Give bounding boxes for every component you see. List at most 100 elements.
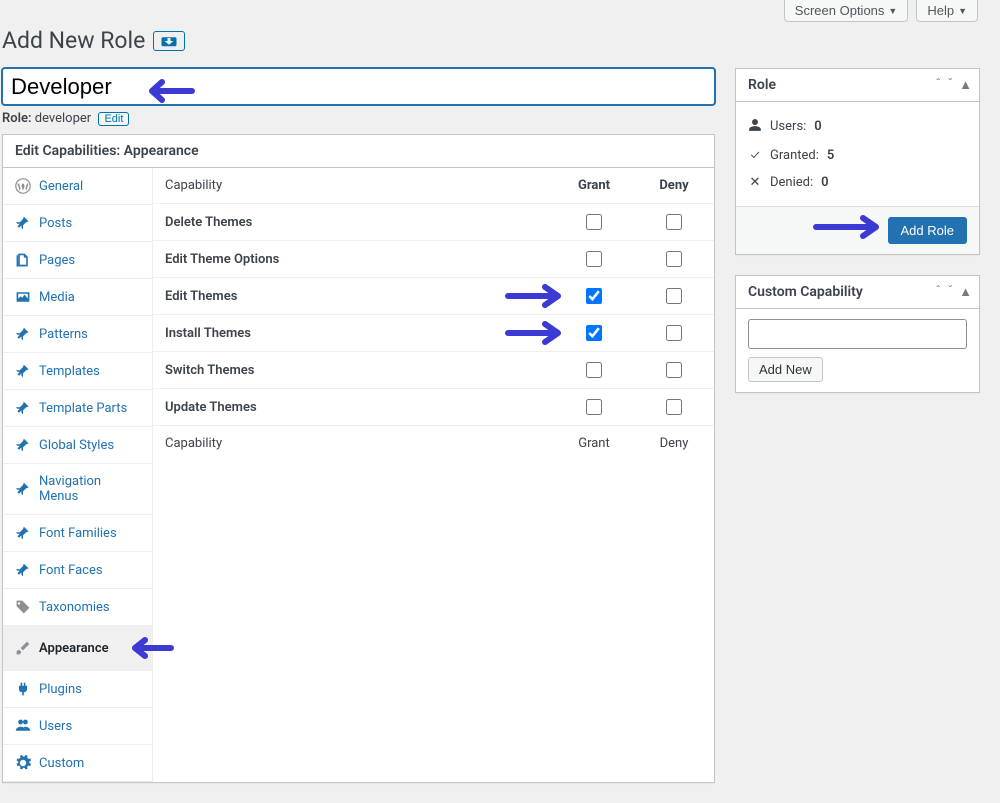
- capability-row: Update Themes: [153, 389, 714, 426]
- wp-icon: [15, 178, 31, 194]
- edit-slug-button[interactable]: Edit: [98, 112, 129, 126]
- role-summary-postbox: Role ˆ ˇ ▲ Users: 0 ✓: [735, 68, 980, 255]
- custom-capability-postbox: Custom Capability ˆ ˇ ▲ Add New: [735, 275, 980, 393]
- user-icon: [748, 118, 762, 136]
- check-icon: ✓: [748, 148, 762, 163]
- deny-checkbox[interactable]: [666, 399, 682, 415]
- deny-checkbox[interactable]: [666, 214, 682, 230]
- capability-name: Switch Themes: [153, 352, 554, 389]
- tab-label: Plugins: [39, 682, 82, 697]
- capability-row: Install Themes: [153, 315, 714, 352]
- tab-label: Appearance: [39, 641, 109, 656]
- capability-name: Delete Themes: [153, 204, 554, 241]
- users-icon: [15, 718, 31, 734]
- role-slug-row: Role: developer Edit: [2, 105, 715, 134]
- grant-checkbox[interactable]: [586, 399, 602, 415]
- plug-icon: [15, 681, 31, 697]
- tab-label: Taxonomies: [39, 600, 110, 615]
- deny-checkbox[interactable]: [666, 325, 682, 341]
- tag-icon: [15, 599, 31, 615]
- cross-icon: ✕: [748, 175, 762, 190]
- grant-checkbox[interactable]: [586, 214, 602, 230]
- tab-font-families[interactable]: Font Families: [3, 515, 152, 552]
- stat-denied: ✕ Denied: 0: [748, 169, 967, 196]
- tab-plugins[interactable]: Plugins: [3, 671, 152, 708]
- capability-name: Edit Theme Options: [153, 241, 554, 278]
- capability-name: Update Themes: [153, 389, 554, 426]
- tab-templates[interactable]: Templates: [3, 353, 152, 390]
- chevron-down-icon: ▼: [958, 6, 967, 16]
- grant-checkbox[interactable]: [586, 362, 602, 378]
- annotation-arrow-icon: [811, 213, 891, 241]
- screen-options-button[interactable]: Screen Options ▼: [784, 0, 909, 22]
- brush-icon: [15, 640, 31, 656]
- pin-icon: [15, 562, 31, 578]
- deny-checkbox[interactable]: [666, 362, 682, 378]
- capability-row: Edit Theme Options: [153, 241, 714, 278]
- tab-media[interactable]: Media: [3, 279, 152, 316]
- tab-appearance[interactable]: Appearance: [3, 626, 152, 671]
- tab-label: General: [39, 179, 83, 194]
- pagecopy-icon: [15, 252, 31, 268]
- tab-label: Media: [39, 290, 75, 305]
- tab-navigation-menus[interactable]: Navigation Menus: [3, 464, 152, 515]
- tab-label: Font Faces: [39, 563, 103, 578]
- chevron-down-icon[interactable]: ˇ: [944, 282, 956, 301]
- pin-icon: [15, 437, 31, 453]
- deny-checkbox[interactable]: [666, 251, 682, 267]
- capability-row: Delete Themes: [153, 204, 714, 241]
- col-capability-footer: Capability: [153, 426, 554, 462]
- collapse-icon[interactable]: ▲: [956, 75, 975, 95]
- tab-font-faces[interactable]: Font Faces: [3, 552, 152, 589]
- help-button[interactable]: Help ▼: [916, 0, 978, 22]
- chevron-up-icon[interactable]: ˆ: [932, 75, 944, 94]
- custom-cap-title: Custom Capability: [736, 276, 875, 308]
- role-name-input[interactable]: [2, 68, 715, 106]
- tab-custom[interactable]: Custom: [3, 745, 152, 782]
- tab-taxonomies[interactable]: Taxonomies: [3, 589, 152, 626]
- capability-row: Switch Themes: [153, 352, 714, 389]
- chevron-down-icon[interactable]: ˇ: [944, 75, 956, 94]
- custom-capability-input[interactable]: [748, 319, 967, 349]
- pin-icon: [15, 481, 31, 497]
- page-title: Add New Role: [2, 26, 980, 60]
- tab-patterns[interactable]: Patterns: [3, 316, 152, 353]
- tab-posts[interactable]: Posts: [3, 205, 152, 242]
- grant-checkbox[interactable]: [586, 325, 602, 341]
- add-role-button[interactable]: Add Role: [888, 217, 967, 244]
- tab-pages[interactable]: Pages: [3, 242, 152, 279]
- grant-checkbox[interactable]: [586, 251, 602, 267]
- capability-name: Edit Themes: [153, 278, 554, 315]
- capabilities-postbox: Edit Capabilities: Appearance General Pos…: [2, 134, 715, 783]
- media-icon: [15, 289, 31, 305]
- col-deny: Deny: [634, 168, 714, 204]
- tab-global-styles[interactable]: Global Styles: [3, 427, 152, 464]
- tab-label: Template Parts: [39, 401, 127, 416]
- tab-label: Navigation Menus: [39, 474, 140, 504]
- chevron-up-icon[interactable]: ˆ: [932, 282, 944, 301]
- tab-label: Posts: [39, 216, 72, 231]
- pin-icon: [15, 363, 31, 379]
- tab-template-parts[interactable]: Template Parts: [3, 390, 152, 427]
- tab-label: Patterns: [39, 327, 88, 342]
- deny-checkbox[interactable]: [666, 288, 682, 304]
- tab-users[interactable]: Users: [3, 708, 152, 745]
- pin-icon: [15, 326, 31, 342]
- tab-label: Custom: [39, 756, 84, 771]
- stat-granted: ✓ Granted: 5: [748, 142, 967, 169]
- collapse-icon[interactable]: ▲: [956, 282, 975, 302]
- stat-users: Users: 0: [748, 112, 967, 142]
- pin-icon: [15, 400, 31, 416]
- col-deny-footer: Deny: [634, 426, 714, 462]
- clone-icon[interactable]: [153, 31, 185, 51]
- grant-checkbox[interactable]: [586, 288, 602, 304]
- pin-icon: [15, 215, 31, 231]
- capabilities-title: Edit Capabilities: Appearance: [3, 135, 211, 167]
- col-capability: Capability: [153, 168, 554, 204]
- tab-label: Templates: [39, 364, 100, 379]
- capability-row: Edit Themes: [153, 278, 714, 315]
- add-custom-cap-button[interactable]: Add New: [748, 357, 823, 382]
- tab-label: Global Styles: [39, 438, 114, 453]
- tab-label: Font Families: [39, 526, 117, 541]
- tab-general[interactable]: General: [3, 168, 152, 205]
